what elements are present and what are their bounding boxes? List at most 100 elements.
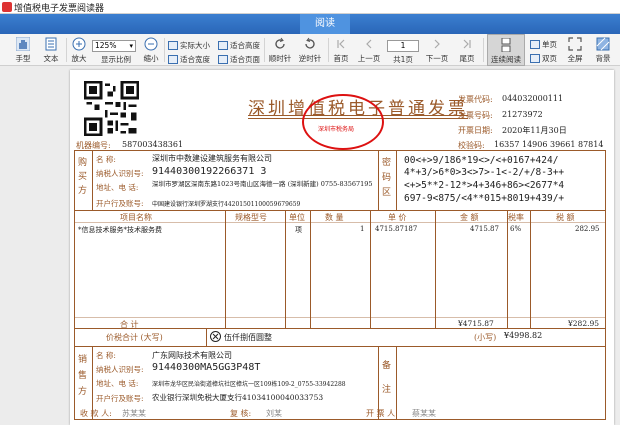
- fullscreen-icon: [568, 37, 582, 51]
- chevron-right-icon: [434, 39, 440, 49]
- check-code: 16357 14906 39661 87814: [494, 140, 604, 149]
- fit-width-button[interactable]: 适合宽度: [168, 53, 210, 65]
- password-line: 697-9<875/<4**015+8019+439/+: [404, 193, 565, 204]
- zoom-in-icon: [72, 37, 86, 51]
- zoom-out-button[interactable]: 缩小: [140, 34, 162, 66]
- col-tax-rate: 税率: [508, 213, 524, 222]
- app-icon: [2, 2, 12, 12]
- seller-bank: 农业银行深圳免税大厦支行41034100040033753: [152, 393, 324, 402]
- fit-page-icon: [218, 54, 228, 64]
- last-page-icon: [463, 39, 471, 49]
- text-tool-button[interactable]: 文本: [38, 34, 64, 66]
- grand-total-small-label: (小写): [474, 333, 497, 342]
- seller-bank-label: 开户行及账号:: [96, 394, 144, 403]
- seller-address-label: 地址、电 话:: [96, 379, 139, 388]
- item-amount: 4715.87: [470, 225, 499, 233]
- total-amount: ¥4715.87: [458, 319, 494, 328]
- item-tax-amount: 282.95: [575, 225, 600, 233]
- buyer-tax-id-label: 纳税人识别号:: [96, 169, 144, 178]
- password-line: <+>5**2-12*>4+346+86><2677*4: [404, 180, 565, 191]
- seller-tax-id: 91440300MA5GG3P48T: [152, 362, 261, 373]
- chevron-left-icon: [366, 39, 372, 49]
- actual-size-button[interactable]: 实际大小: [168, 39, 210, 51]
- buyer-bank: 中国建设银行深圳罗湖支行44201501100059679659: [152, 201, 301, 208]
- next-page-button[interactable]: 下一页: [423, 34, 451, 66]
- zoom-select[interactable]: 125%: [92, 40, 136, 52]
- payee: 苏某某: [122, 409, 146, 418]
- text-select-icon: [45, 37, 57, 51]
- col-spec: 规格型号: [235, 213, 267, 222]
- tab-read[interactable]: 阅读: [300, 14, 350, 34]
- tax-bureau-stamp: 深圳市税务局: [302, 94, 384, 150]
- first-page-button[interactable]: 首页: [330, 34, 352, 66]
- item-tax-rate: 6%: [510, 225, 522, 233]
- cross-circle-icon: [210, 331, 221, 342]
- fit-height-button[interactable]: 适合高度: [218, 39, 260, 51]
- prev-page-button[interactable]: 上一页: [355, 34, 383, 66]
- invoice-date-label: 开票日期:: [458, 126, 493, 135]
- invoice-page: 深圳增值税电子普通发票 深圳市税务局 发票代码: 044032000111 发票…: [70, 70, 614, 425]
- menu-bar: 阅读: [0, 14, 620, 34]
- document-viewer[interactable]: 深圳增值税电子普通发票 深圳市税务局 发票代码: 044032000111 发票…: [0, 67, 620, 425]
- fullscreen-button[interactable]: 全屏: [564, 34, 586, 66]
- seller-tax-id-label: 纳税人识别号:: [96, 365, 144, 374]
- background-pattern-icon: [596, 37, 610, 51]
- grand-total-small: ¥4998.82: [504, 331, 543, 340]
- drawer: 蔡某某: [412, 409, 436, 418]
- fit-width-icon: [168, 54, 178, 64]
- col-qty: 数 量: [325, 213, 344, 222]
- stamp-text: 深圳市税务局: [318, 126, 355, 133]
- col-amount: 金 额: [460, 213, 479, 222]
- password-line: 00<+>9/186*19<>/<+0167+424/: [404, 155, 559, 166]
- item-name: *信息技术服务*技术服务费: [78, 226, 162, 234]
- invoice-date: 2020年11月30日: [502, 126, 567, 135]
- rotate-cw-icon: [275, 37, 285, 49]
- buyer-side-label: 购买方: [78, 158, 88, 196]
- invoice-code-label: 发票代码:: [458, 95, 493, 104]
- double-page-icon: [530, 53, 540, 63]
- page-total: 共1页: [393, 55, 413, 64]
- actual-size-icon: [168, 40, 178, 50]
- reviewer: 刘某: [266, 409, 282, 418]
- buyer-address-label: 地址、电 话:: [96, 183, 139, 192]
- seller-name-label: 名 称:: [96, 351, 116, 360]
- hand-icon: [16, 37, 30, 51]
- continuous-pages-icon: [501, 38, 511, 52]
- last-page-button[interactable]: 尾页: [455, 34, 479, 66]
- fit-height-icon: [218, 40, 228, 50]
- invoice-code: 044032000111: [502, 94, 564, 103]
- col-price: 单 价: [388, 213, 407, 222]
- buyer-bank-label: 开户行及账号:: [96, 199, 144, 208]
- hand-tool-button[interactable]: 手型: [6, 34, 40, 66]
- double-page-button[interactable]: 双页: [530, 52, 557, 64]
- zoom-ratio-label: 显示比例: [101, 55, 131, 64]
- col-unit: 单位: [289, 213, 305, 222]
- item-qty: 1: [360, 225, 365, 233]
- fit-page-button[interactable]: 适合页面: [218, 53, 260, 65]
- total-label: 合 计: [120, 320, 139, 329]
- buyer-tax-id: 91440300192266371 3: [152, 166, 267, 177]
- seller-name: 广东网际技术有限公司: [152, 351, 232, 360]
- remark-label: 备注: [382, 361, 392, 395]
- zoom-in-button[interactable]: 放大: [68, 34, 90, 66]
- item-unit: 项: [295, 226, 302, 234]
- window-title: 增值税电子发票阅读器: [14, 4, 105, 14]
- invoice-number-label: 发票号码:: [458, 111, 493, 120]
- buyer-address: 深圳市罗湖区深南东路1023号南山区海德一路 (深圳新建) 0755-83567…: [152, 180, 373, 188]
- rotate-counterclockwise-button[interactable]: 逆时针: [296, 34, 324, 66]
- single-page-icon: [530, 39, 540, 49]
- payee-label: 收 款 人:: [80, 409, 112, 418]
- reviewer-label: 复 核:: [230, 409, 252, 418]
- single-page-button[interactable]: 单页: [530, 38, 557, 50]
- seller-address: 深圳市龙华区民治街道樟坑社区樟坑一区109栋109-2_0755-3394228…: [152, 381, 346, 388]
- rotate-clockwise-button[interactable]: 顺时针: [266, 34, 294, 66]
- password-area-label: 密码区: [382, 158, 392, 198]
- page-number-input[interactable]: 1: [387, 40, 419, 52]
- buyer-name: 深圳市中数建设建筑服务有限公司: [152, 154, 272, 163]
- grand-total-words: 伍仟捌佰圆整: [224, 333, 272, 342]
- background-button[interactable]: 背景: [590, 34, 616, 66]
- continuous-read-button[interactable]: 连续阅读: [487, 34, 525, 66]
- invoice-number: 21273972: [502, 110, 543, 119]
- seller-side-label: 销售方: [78, 355, 88, 397]
- grand-total-label: 价税合计 (大写): [106, 333, 163, 342]
